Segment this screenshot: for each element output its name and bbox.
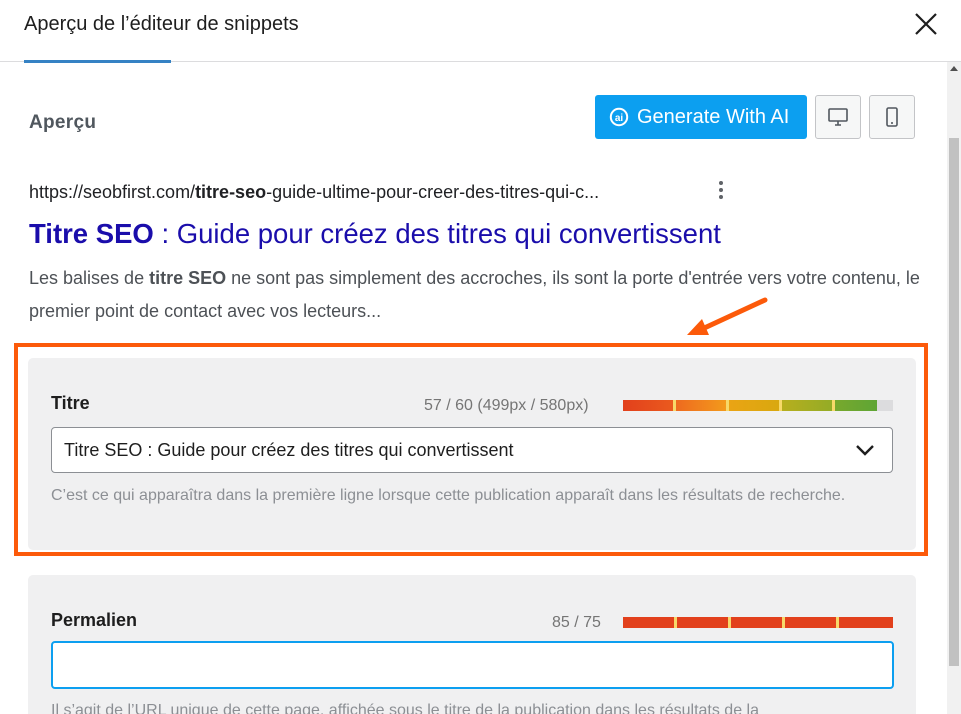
generate-with-ai-label: Generate With AI [637, 105, 790, 128]
scroll-up-arrow-icon[interactable] [950, 66, 958, 71]
serp-url: https://seobfirst.com/titre-seo-guide-ul… [29, 182, 599, 203]
desktop-preview-button[interactable] [815, 95, 861, 139]
permalink-field-label: Permalien [51, 610, 138, 630]
svg-text:ai: ai [615, 113, 624, 124]
serp-title-rest: : Guide pour créez des titres qui conver… [153, 218, 721, 249]
serp-title-keyword: Titre SEO [29, 218, 154, 249]
serp-url-suffix: -guide-ultime-pour-creer-des-titres-qui-… [266, 182, 600, 202]
generate-with-ai-button[interactable]: ai Generate With AI [595, 95, 807, 139]
modal-title: Aperçu de l’éditeur de snippets [24, 13, 299, 35]
annotation-arrow-icon [687, 297, 768, 335]
more-options-icon[interactable] [715, 181, 727, 203]
close-button[interactable] [910, 8, 942, 40]
preview-label: Aperçu [29, 112, 97, 133]
serp-description: Les balises de titre SEO ne sont pas sim… [29, 262, 929, 328]
serp-url-keyword: titre-seo [195, 182, 267, 202]
serp-title[interactable]: Titre SEO : Guide pour créez des titres … [29, 218, 721, 250]
ai-icon: ai [609, 107, 629, 127]
serp-desc-prefix: Les balises de [29, 268, 150, 288]
permalink-input[interactable] [51, 641, 894, 689]
active-tab-indicator [24, 60, 171, 63]
mobile-icon [886, 107, 898, 127]
snippet-editor-modal: Aperçu de l’éditeur de snippets Aperçu a… [0, 0, 961, 714]
close-icon [915, 13, 937, 35]
serp-desc-keyword: titre SEO [149, 268, 227, 288]
annotation-highlight-box [14, 343, 928, 556]
serp-url-prefix: https://seobfirst.com/ [29, 182, 196, 202]
permalink-length-counter: 85 / 75 [552, 614, 601, 631]
mobile-preview-button[interactable] [869, 95, 915, 139]
permalink-field-help: Il s’agit de l’URL unique de cette page,… [51, 702, 759, 714]
permalink-length-meter [623, 617, 893, 628]
desktop-icon [828, 108, 848, 126]
scrollbar-thumb[interactable] [949, 138, 959, 666]
modal-header: Aperçu de l’éditeur de snippets [0, 0, 961, 63]
scrollbar[interactable] [947, 62, 961, 714]
